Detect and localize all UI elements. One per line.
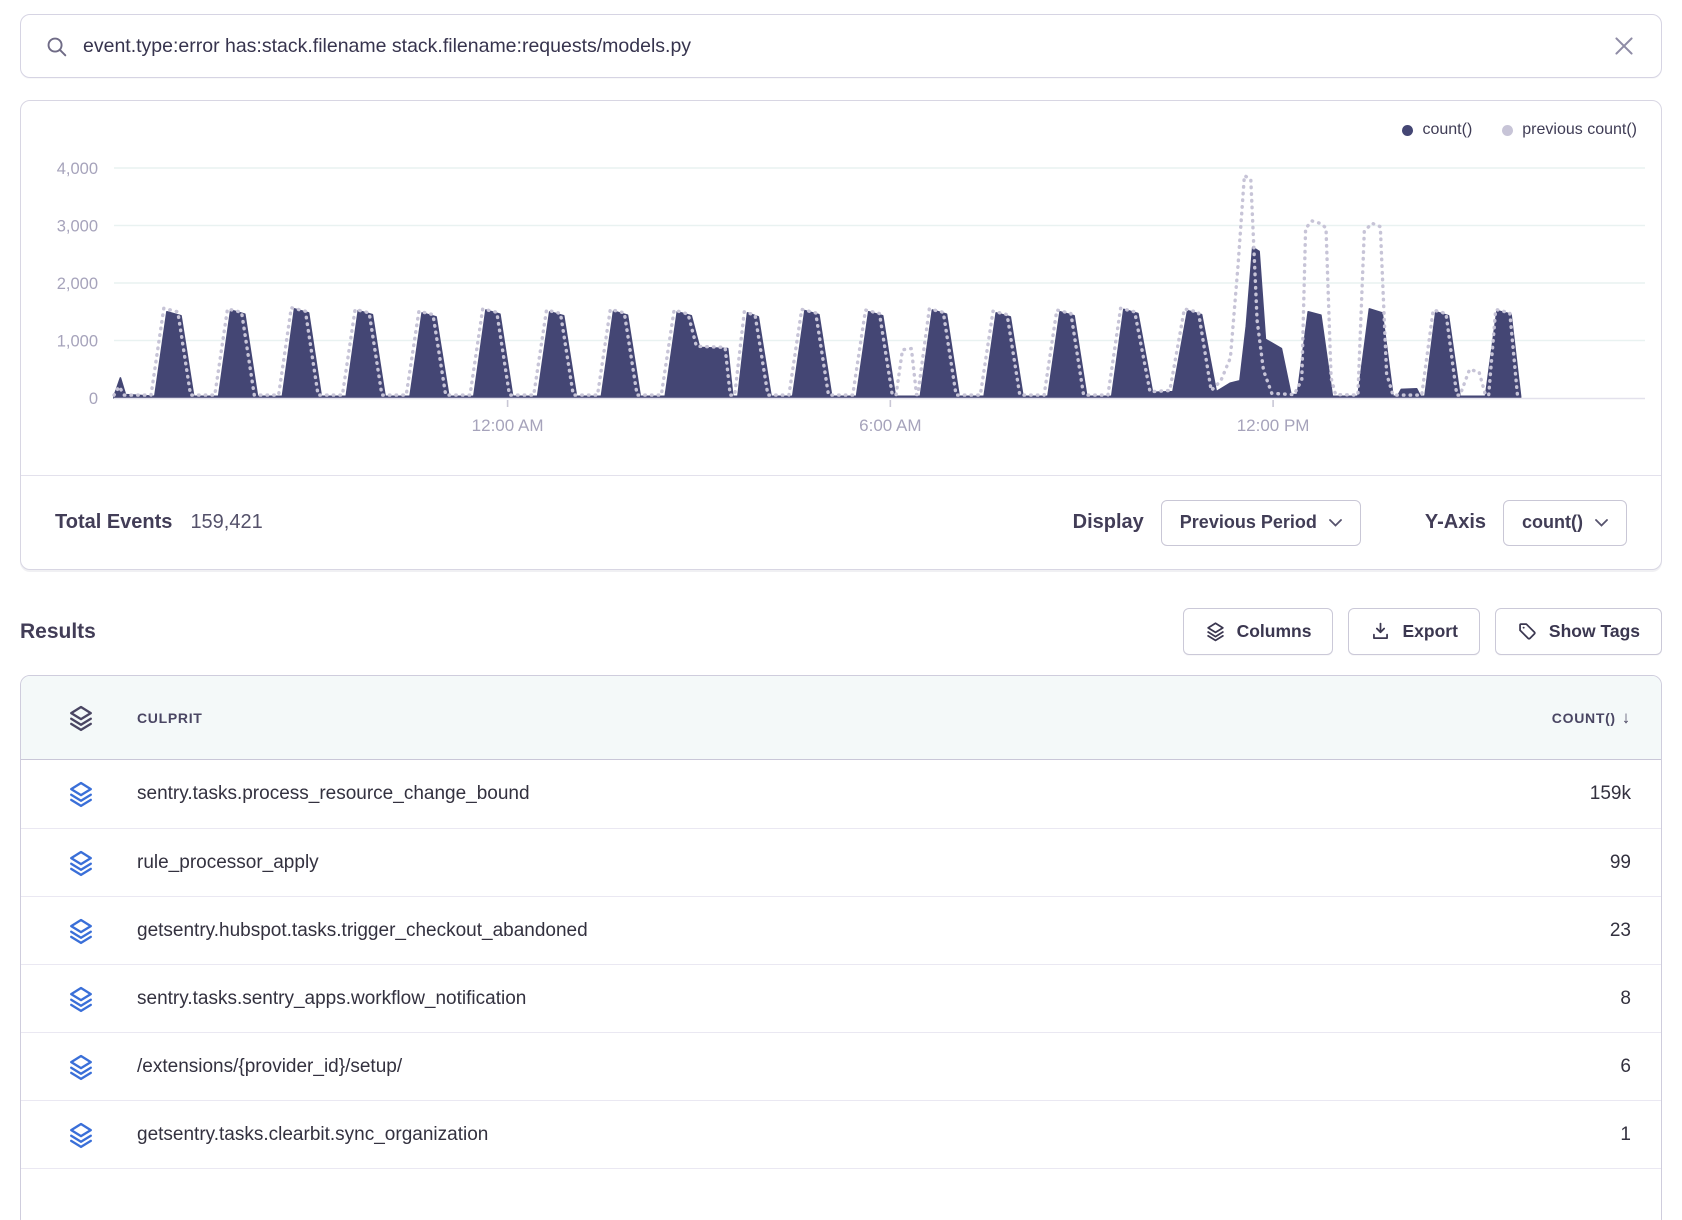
tag-icon	[1517, 621, 1538, 642]
results-table: CULPRIT COUNT() ↓ sentry.tasks.process_r…	[20, 675, 1662, 1220]
yaxis-select-value: count()	[1522, 512, 1583, 533]
stack-icon[interactable]	[67, 917, 95, 945]
chart-footer: Total Events 159,421 Display Previous Pe…	[21, 475, 1661, 569]
results-actions: Columns Export Show Tags	[1183, 608, 1662, 655]
total-events-label: Total Events	[55, 511, 172, 534]
column-header-culprit[interactable]: CULPRIT	[137, 710, 203, 726]
download-icon	[1370, 621, 1391, 642]
svg-text:4,000: 4,000	[57, 160, 98, 178]
culprit-cell: getsentry.tasks.clearbit.sync_organizati…	[137, 1124, 488, 1146]
legend-dot-count-icon	[1402, 125, 1413, 136]
svg-text:2,000: 2,000	[57, 275, 98, 293]
stack-icon[interactable]	[67, 849, 95, 877]
count-cell: 23	[1610, 920, 1631, 942]
stack-icon[interactable]	[67, 985, 95, 1013]
table-row: /extensions/{provider_id}/setup/ 6	[21, 1032, 1661, 1100]
legend-label: previous count()	[1522, 121, 1637, 139]
legend-dot-previous-icon	[1502, 125, 1513, 136]
show-tags-button-label: Show Tags	[1549, 621, 1640, 642]
table-row-partial	[21, 1168, 1661, 1220]
display-label: Display	[1073, 511, 1144, 534]
legend-item-previous-count[interactable]: previous count()	[1502, 121, 1637, 139]
stack-icon	[67, 704, 95, 732]
culprit-cell: getsentry.hubspot.tasks.trigger_checkout…	[137, 920, 588, 942]
table-row: rule_processor_apply 99	[21, 828, 1661, 896]
search-icon	[45, 35, 68, 58]
count-cell: 159k	[1590, 783, 1631, 805]
yaxis-select[interactable]: count()	[1503, 500, 1627, 546]
close-icon[interactable]	[1611, 33, 1637, 59]
columns-button[interactable]: Columns	[1183, 608, 1334, 655]
display-select[interactable]: Previous Period	[1161, 500, 1361, 546]
svg-text:12:00 AM: 12:00 AM	[472, 416, 544, 435]
svg-text:12:00 PM: 12:00 PM	[1237, 416, 1310, 435]
layers-icon	[1205, 621, 1226, 642]
chart-body: count() previous count() 0 1,000 2,000 3,00…	[21, 101, 1661, 475]
table-header: CULPRIT COUNT() ↓	[21, 676, 1661, 760]
chevron-down-icon	[1329, 519, 1342, 527]
column-header-count[interactable]: COUNT() ↓	[1552, 708, 1631, 728]
chart-legend: count() previous count()	[1402, 121, 1637, 139]
count-cell: 6	[1620, 1056, 1631, 1078]
export-button-label: Export	[1402, 621, 1457, 642]
yaxis-label: Y-Axis	[1425, 511, 1486, 534]
search-input[interactable]	[83, 35, 1611, 58]
show-tags-button[interactable]: Show Tags	[1495, 608, 1662, 655]
table-body: sentry.tasks.process_resource_change_bou…	[21, 760, 1661, 1168]
count-cell: 99	[1610, 852, 1631, 874]
culprit-cell: sentry.tasks.sentry_apps.workflow_notifi…	[137, 988, 526, 1010]
count-cell: 8	[1620, 988, 1631, 1010]
table-row: getsentry.tasks.clearbit.sync_organizati…	[21, 1100, 1661, 1168]
legend-item-count[interactable]: count()	[1402, 121, 1472, 139]
columns-button-label: Columns	[1237, 621, 1312, 642]
table-row: sentry.tasks.process_resource_change_bou…	[21, 760, 1661, 828]
stack-icon[interactable]	[67, 1121, 95, 1149]
legend-label: count()	[1422, 121, 1472, 139]
table-row: sentry.tasks.sentry_apps.workflow_notifi…	[21, 964, 1661, 1032]
chart-panel: count() previous count() 0 1,000 2,000 3,00…	[20, 100, 1662, 570]
culprit-cell: sentry.tasks.process_resource_change_bou…	[137, 783, 530, 805]
culprit-cell: /extensions/{provider_id}/setup/	[137, 1056, 402, 1078]
svg-text:6:00 AM: 6:00 AM	[859, 416, 921, 435]
culprit-cell: rule_processor_apply	[137, 852, 319, 874]
svg-text:0: 0	[89, 390, 98, 408]
chart-svg: 0 1,000 2,000 3,000 4,000 12:00 AM 6:00 AM 12:0…	[21, 149, 1663, 449]
svg-text:3,000: 3,000	[57, 218, 98, 236]
svg-text:1,000: 1,000	[57, 333, 98, 351]
results-header: Results Columns Export Show Tags	[20, 608, 1662, 655]
table-row: getsentry.hubspot.tasks.trigger_checkout…	[21, 896, 1661, 964]
stack-icon[interactable]	[67, 1053, 95, 1081]
count-header-label: COUNT()	[1552, 710, 1616, 726]
count-cell: 1	[1620, 1124, 1631, 1146]
results-title: Results	[20, 620, 96, 644]
stack-icon[interactable]	[67, 780, 95, 808]
search-bar	[20, 14, 1662, 78]
export-button[interactable]: Export	[1348, 608, 1479, 655]
sort-desc-icon: ↓	[1622, 708, 1631, 728]
display-select-value: Previous Period	[1180, 512, 1317, 533]
chevron-down-icon	[1595, 519, 1608, 527]
total-events-value: 159,421	[190, 511, 262, 534]
